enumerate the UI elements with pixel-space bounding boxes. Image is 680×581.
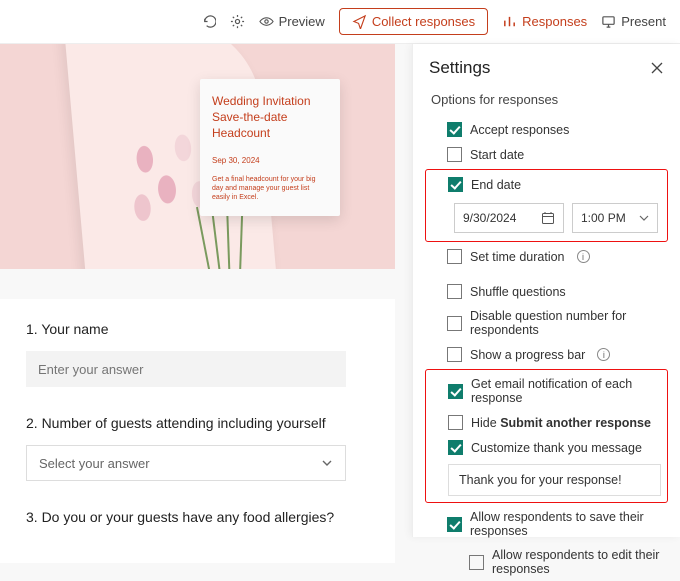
undo-button[interactable]	[201, 14, 216, 29]
notification-highlight: Get email notification of each response …	[425, 369, 668, 503]
shuffle-label: Shuffle questions	[470, 285, 566, 299]
customize-row: Customize thank you message	[426, 435, 667, 460]
customize-checkbox[interactable]	[448, 440, 463, 455]
customize-label: Customize thank you message	[471, 441, 642, 455]
hero-banner: Wedding Invitation Save-the-date Headcou…	[0, 44, 395, 269]
email-notif-checkbox[interactable]	[448, 384, 463, 399]
present-icon	[601, 14, 616, 29]
end-date-row: End date	[426, 172, 667, 197]
question-label: 3. Do you or your guests have any food a…	[26, 509, 369, 525]
undo-icon	[201, 14, 216, 29]
accept-responses-label: Accept responses	[470, 123, 569, 137]
end-date-value: 9/30/2024	[463, 211, 516, 225]
panel-header: Settings	[413, 44, 680, 92]
allow-save-label: Allow respondents to save their response…	[470, 510, 662, 538]
disable-number-label: Disable question number for respondents	[470, 309, 662, 337]
chevron-down-icon	[321, 457, 333, 469]
chart-icon	[502, 14, 517, 29]
chevron-down-icon	[639, 213, 649, 223]
allow-edit-checkbox[interactable]	[469, 555, 484, 570]
end-date-highlight: End date 9/30/2024 1:00 PM	[425, 169, 668, 242]
close-button[interactable]	[650, 61, 664, 75]
end-date-input[interactable]: 9/30/2024	[454, 203, 564, 233]
hide-submit-row: Hide Submit another response	[426, 410, 667, 435]
progress-row: Show a progress bar i	[425, 342, 668, 367]
end-date-label: End date	[471, 178, 521, 192]
preview-button[interactable]: Preview	[259, 14, 325, 29]
calendar-icon	[541, 211, 555, 225]
hide-submit-label: Hide Submit another response	[471, 416, 651, 430]
info-icon[interactable]: i	[577, 250, 590, 263]
question-label: 2. Number of guests attending including …	[26, 415, 369, 431]
disable-number-row: Disable question number for respondents	[425, 304, 668, 342]
duration-checkbox[interactable]	[447, 249, 462, 264]
hide-submit-checkbox[interactable]	[448, 415, 463, 430]
responses-button[interactable]: Responses	[502, 14, 587, 29]
responses-label: Responses	[522, 14, 587, 29]
start-date-label: Start date	[470, 148, 524, 162]
panel-body: Options for responses Accept responses S…	[413, 92, 680, 581]
allow-edit-row: Allow respondents to edit their response…	[425, 543, 668, 581]
end-date-fields: 9/30/2024 1:00 PM	[426, 197, 667, 239]
collect-responses-button[interactable]: Collect responses	[339, 8, 488, 35]
progress-label: Show a progress bar	[470, 348, 585, 362]
thank-you-input[interactable]: Thank you for your response!	[448, 464, 661, 496]
shuffle-row: Shuffle questions	[425, 279, 668, 304]
hero-card: Wedding Invitation Save-the-date Headcou…	[200, 79, 340, 216]
form-date: Sep 30, 2024	[212, 156, 328, 165]
question-1: 1. Your name	[26, 321, 369, 387]
options-label: Options for responses	[431, 92, 668, 107]
eye-icon	[259, 14, 274, 29]
accept-responses-checkbox[interactable]	[447, 122, 462, 137]
question-2: 2. Number of guests attending including …	[26, 415, 369, 481]
present-label: Present	[621, 14, 666, 29]
present-button[interactable]: Present	[601, 14, 666, 29]
email-notif-label: Get email notification of each response	[471, 377, 661, 405]
settings-button[interactable]	[230, 14, 245, 29]
end-time-value: 1:00 PM	[581, 211, 626, 225]
select-placeholder: Select your answer	[39, 456, 150, 471]
gear-icon	[230, 14, 245, 29]
preview-label: Preview	[279, 14, 325, 29]
allow-edit-label: Allow respondents to edit their response…	[492, 548, 662, 576]
answer-input[interactable]	[26, 351, 346, 387]
allow-save-checkbox[interactable]	[447, 517, 462, 532]
form-title: Wedding Invitation Save-the-date Headcou…	[212, 93, 328, 142]
progress-checkbox[interactable]	[447, 347, 462, 362]
disable-number-checkbox[interactable]	[447, 316, 462, 331]
form-description: Get a final headcount for your big day a…	[212, 175, 328, 202]
start-date-row: Start date	[425, 142, 668, 167]
form-body: 1. Your name 2. Number of guests attendi…	[0, 299, 395, 563]
answer-select[interactable]: Select your answer	[26, 445, 346, 481]
form-preview: Wedding Invitation Save-the-date Headcou…	[0, 44, 395, 563]
end-time-input[interactable]: 1:00 PM	[572, 203, 658, 233]
allow-save-row: Allow respondents to save their response…	[425, 505, 668, 543]
start-date-checkbox[interactable]	[447, 147, 462, 162]
info-icon[interactable]: i	[597, 348, 610, 361]
question-3: 3. Do you or your guests have any food a…	[26, 509, 369, 525]
duration-row: Set time duration i	[425, 244, 668, 269]
settings-panel: Settings Options for responses Accept re…	[412, 44, 680, 537]
question-label: 1. Your name	[26, 321, 369, 337]
toolbar: Preview Collect responses Responses Pres…	[0, 0, 680, 44]
panel-title: Settings	[429, 58, 490, 78]
end-date-checkbox[interactable]	[448, 177, 463, 192]
collect-label: Collect responses	[372, 14, 475, 29]
accept-responses-row: Accept responses	[425, 117, 668, 142]
duration-label: Set time duration	[470, 250, 565, 264]
shuffle-checkbox[interactable]	[447, 284, 462, 299]
email-notif-row: Get email notification of each response	[426, 372, 667, 410]
send-icon	[352, 14, 367, 29]
